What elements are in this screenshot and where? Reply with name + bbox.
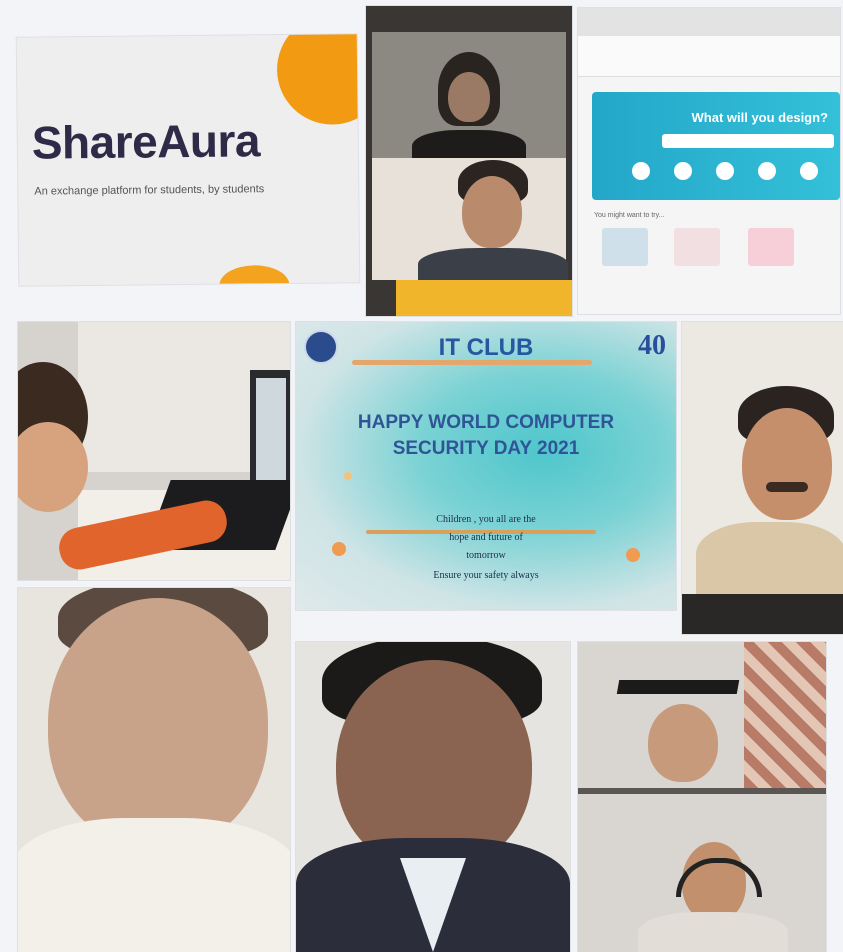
participant-video-man-closeup xyxy=(18,588,290,952)
try-section-label: You might want to try... xyxy=(594,212,665,219)
shareaura-slide: ShareAura An exchange platform for stude… xyxy=(16,34,360,286)
patterned-fabric-background xyxy=(744,642,826,788)
mustache xyxy=(766,482,808,492)
title-underline xyxy=(352,360,592,365)
template-thumbnail xyxy=(748,228,794,266)
orange-blob-decoration xyxy=(276,34,360,126)
canva-browser-screenshot: What will you design? You might want to … xyxy=(578,8,840,314)
message-line-1: Children , you all are the xyxy=(436,514,536,525)
category-icon xyxy=(632,162,650,180)
flower-decoration-icon xyxy=(332,542,346,556)
yellow-slide-strip xyxy=(396,280,572,316)
participant-face xyxy=(48,598,268,848)
message-line-2: hope and future of xyxy=(449,532,523,543)
message-line-4: Ensure your safety always xyxy=(433,570,539,581)
shareaura-logo-text: ShareAura xyxy=(31,114,261,169)
boy-at-laptop-photo xyxy=(18,322,290,580)
site-nav-bar xyxy=(578,36,840,77)
participant-video-man-mustache xyxy=(682,322,843,634)
hero-title: What will you design? xyxy=(691,110,829,125)
category-icon xyxy=(800,162,818,180)
it-club-security-day-slide: IT CLUB 40 HAPPY WORLD COMPUTER SECURITY… xyxy=(296,322,676,610)
participant-shirt xyxy=(696,522,843,602)
laptop-screen-display xyxy=(256,378,286,488)
participant-face xyxy=(448,72,490,122)
message-line-3: tomorrow xyxy=(466,550,506,561)
template-thumbnail xyxy=(602,228,648,266)
headline-line-2: SECURITY DAY 2021 xyxy=(392,438,580,459)
participant-face-child xyxy=(648,704,718,782)
it-club-title: IT CLUB xyxy=(438,334,534,361)
participant-video-woman xyxy=(372,32,566,170)
flower-decoration-icon xyxy=(344,472,352,480)
category-icon xyxy=(758,162,776,180)
participant-video-boy xyxy=(372,158,568,288)
participant-shirt xyxy=(18,818,290,952)
video-frame-bottom-bar xyxy=(682,594,843,634)
category-icon xyxy=(674,162,692,180)
video-call-participants-pair xyxy=(578,642,826,952)
flower-decoration-icon xyxy=(626,548,640,562)
category-icon xyxy=(716,162,734,180)
participant-video-man-suit xyxy=(296,642,570,952)
headline-line-1: HAPPY WORLD COMPUTER xyxy=(357,412,615,433)
hero-search-box xyxy=(662,134,834,148)
template-thumbnail xyxy=(674,228,720,266)
shareaura-tagline: An exchange platform for students, by st… xyxy=(34,183,265,198)
participant-face xyxy=(742,408,832,520)
video-call-participants-stack xyxy=(366,6,572,316)
graduation-cap xyxy=(616,680,740,694)
canva-hero-banner: What will you design? xyxy=(592,92,840,200)
orange-blob-decoration-bottom xyxy=(219,264,290,286)
participant-shirt xyxy=(638,912,788,952)
anniversary-logo: 40 xyxy=(638,330,666,361)
browser-title-bar xyxy=(578,8,840,36)
video-tile-divider xyxy=(578,788,826,794)
watercolor-background xyxy=(296,322,676,610)
participant-face xyxy=(462,176,522,248)
